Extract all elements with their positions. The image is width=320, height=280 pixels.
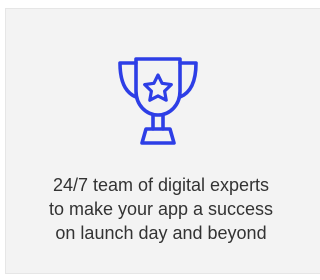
feature-card: 24/7 team of digital experts to make you…: [5, 8, 320, 274]
feature-description: 24/7 team of digital experts to make you…: [6, 173, 316, 245]
feature-text-line-2: to make your app a success: [48, 199, 274, 219]
feature-text-line-3: on launch day and beyond: [55, 223, 267, 243]
trophy-star-icon: [108, 45, 208, 155]
feature-text-line-1: 24/7 team of digital experts: [52, 175, 270, 195]
